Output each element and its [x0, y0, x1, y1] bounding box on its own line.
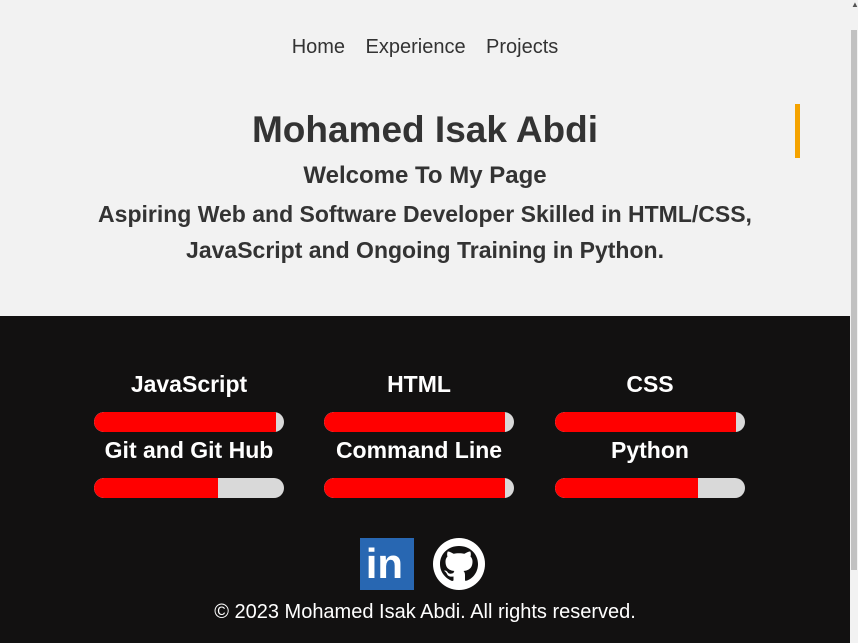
tagline: Aspiring Web and Software Developer Skil… [98, 201, 752, 263]
main-nav: Home Experience Projects [0, 36, 850, 59]
page-title: Mohamed Isak Abdi [251, 109, 599, 150]
skill-command-line: Command Line [324, 436, 514, 498]
skill-git: Git and Git Hub [94, 436, 284, 498]
skill-bar [94, 478, 284, 498]
skill-python: Python [555, 436, 745, 498]
welcome-heading: Welcome To My Page [303, 162, 547, 189]
skill-bar [94, 412, 284, 432]
nav-link-experience[interactable]: Experience [366, 36, 466, 58]
github-icon[interactable] [428, 538, 490, 590]
skill-label: JavaScript [130, 371, 248, 397]
skill-bar-fill [555, 412, 736, 432]
skill-label: Git and Git Hub [104, 437, 274, 463]
skill-bar-fill [324, 412, 505, 432]
skill-label: CSS [626, 371, 674, 397]
skill-label: Command Line [335, 437, 503, 463]
skill-bar-fill [94, 478, 218, 498]
skill-css: CSS [555, 370, 745, 432]
skill-bar [555, 478, 745, 498]
skill-bar [324, 478, 514, 498]
skill-bar-fill [94, 412, 277, 432]
scrollbar-thumb[interactable] [851, 30, 857, 570]
skill-html: HTML [324, 370, 514, 432]
skill-bar-fill [555, 478, 698, 498]
header-section: Home Experience Projects Mohamed Isak Ab… [0, 0, 850, 316]
skill-bar [555, 412, 745, 432]
skill-label: Python [611, 437, 689, 463]
skills-section: JavaScript HTML CSS Git and Git Hub Comm… [0, 316, 850, 643]
skill-bar-fill [324, 478, 505, 498]
skill-javascript: JavaScript [94, 370, 284, 432]
linkedin-icon[interactable]: in [359, 538, 414, 590]
copyright-text: © 2023 Mohamed Isak Abdi. All rights res… [214, 601, 636, 623]
scroll-up-arrow-icon[interactable]: ▲ [851, 0, 858, 9]
skill-label: HTML [387, 371, 451, 397]
nav-link-projects[interactable]: Projects [486, 36, 558, 58]
social-links: in [0, 538, 850, 590]
nav-link-home[interactable]: Home [292, 36, 345, 58]
skill-bar [324, 412, 514, 432]
